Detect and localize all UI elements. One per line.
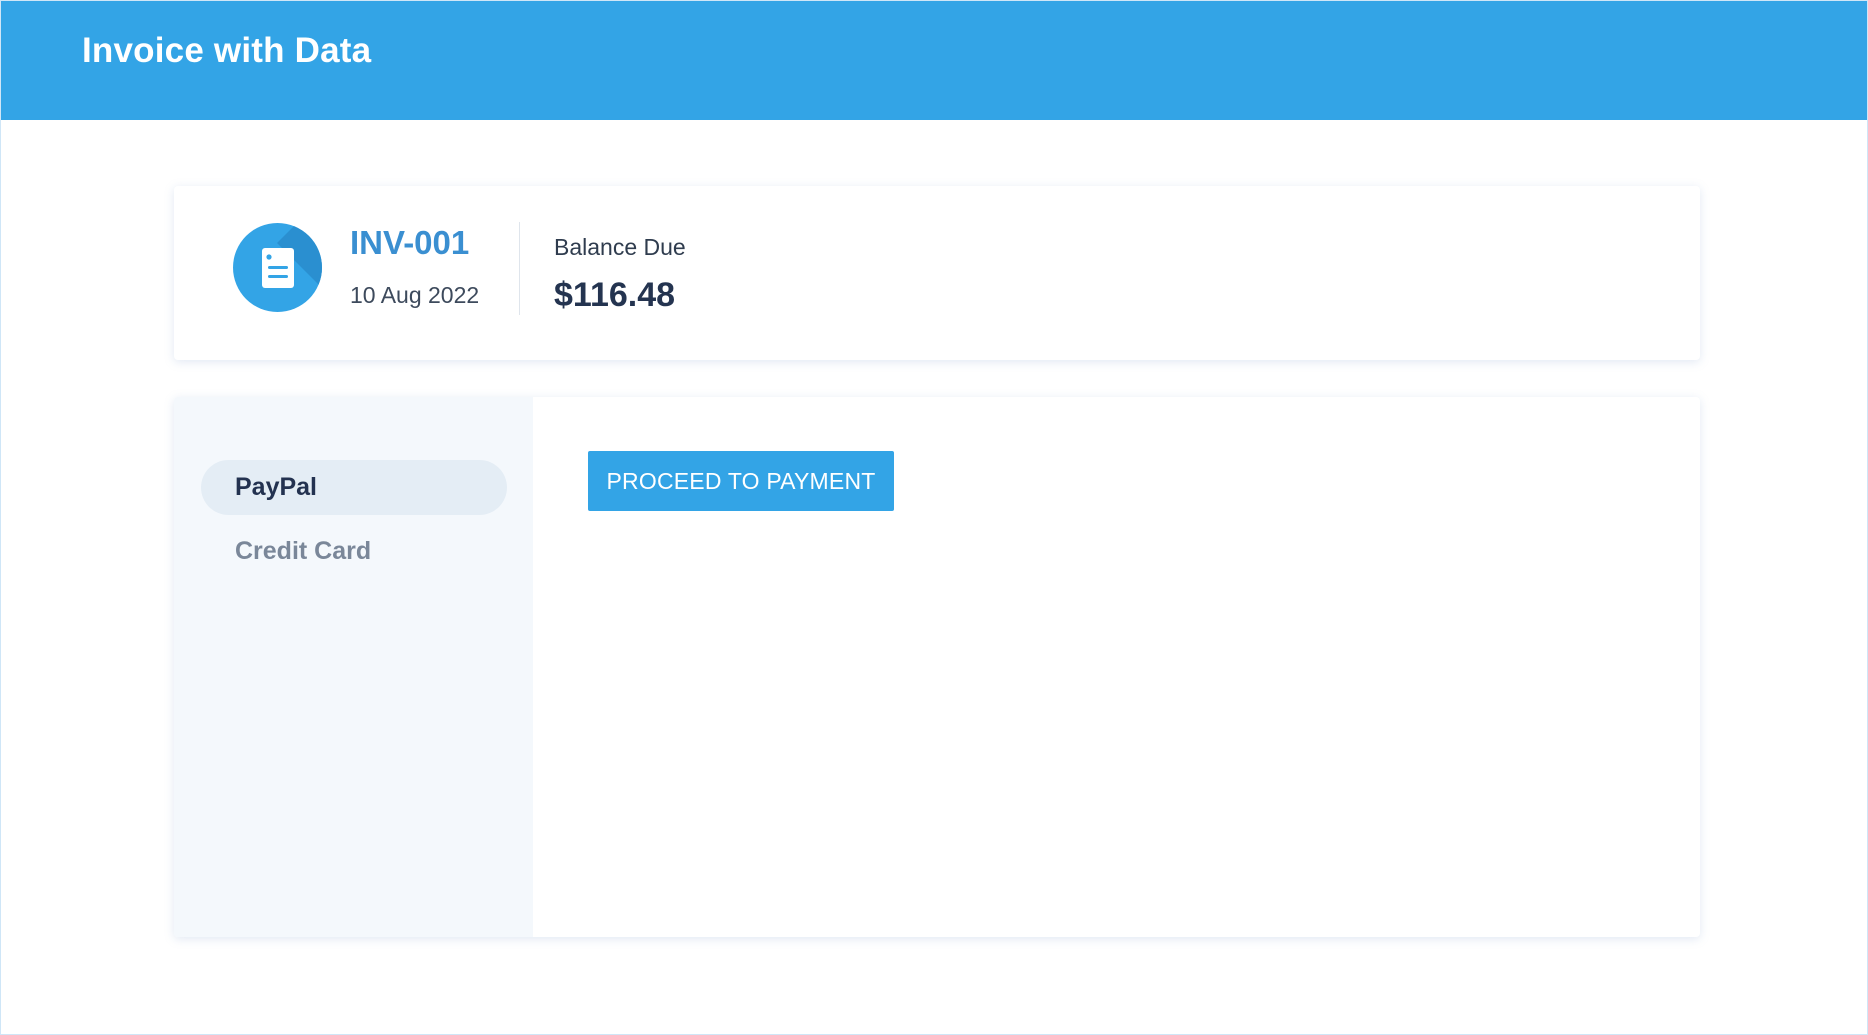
payment-card: PayPal Credit Card PROCEED TO PAYMENT [174, 397, 1700, 937]
payment-method-list: PayPal Credit Card [174, 397, 533, 937]
document-glyph [262, 248, 294, 288]
invoice-document-icon [233, 223, 322, 312]
invoice-summary-card: INV-001 10 Aug 2022 Balance Due $116.48 [174, 186, 1700, 360]
payment-method-credit-card[interactable]: Credit Card [201, 524, 507, 579]
page-title: Invoice with Data [82, 31, 372, 70]
top-bar: Invoice with Data [1, 1, 1867, 120]
payment-method-paypal[interactable]: PayPal [201, 460, 507, 515]
balance-due-amount: $116.48 [554, 276, 676, 314]
proceed-to-payment-button[interactable]: PROCEED TO PAYMENT [588, 451, 894, 511]
invoice-number: INV-001 [350, 224, 470, 261]
balance-due-label: Balance Due [554, 234, 686, 260]
invoice-date: 10 Aug 2022 [350, 282, 480, 308]
app-window: Invoice with Data INV-001 10 Aug 2022 Ba… [0, 0, 1868, 1035]
summary-divider [519, 222, 520, 315]
